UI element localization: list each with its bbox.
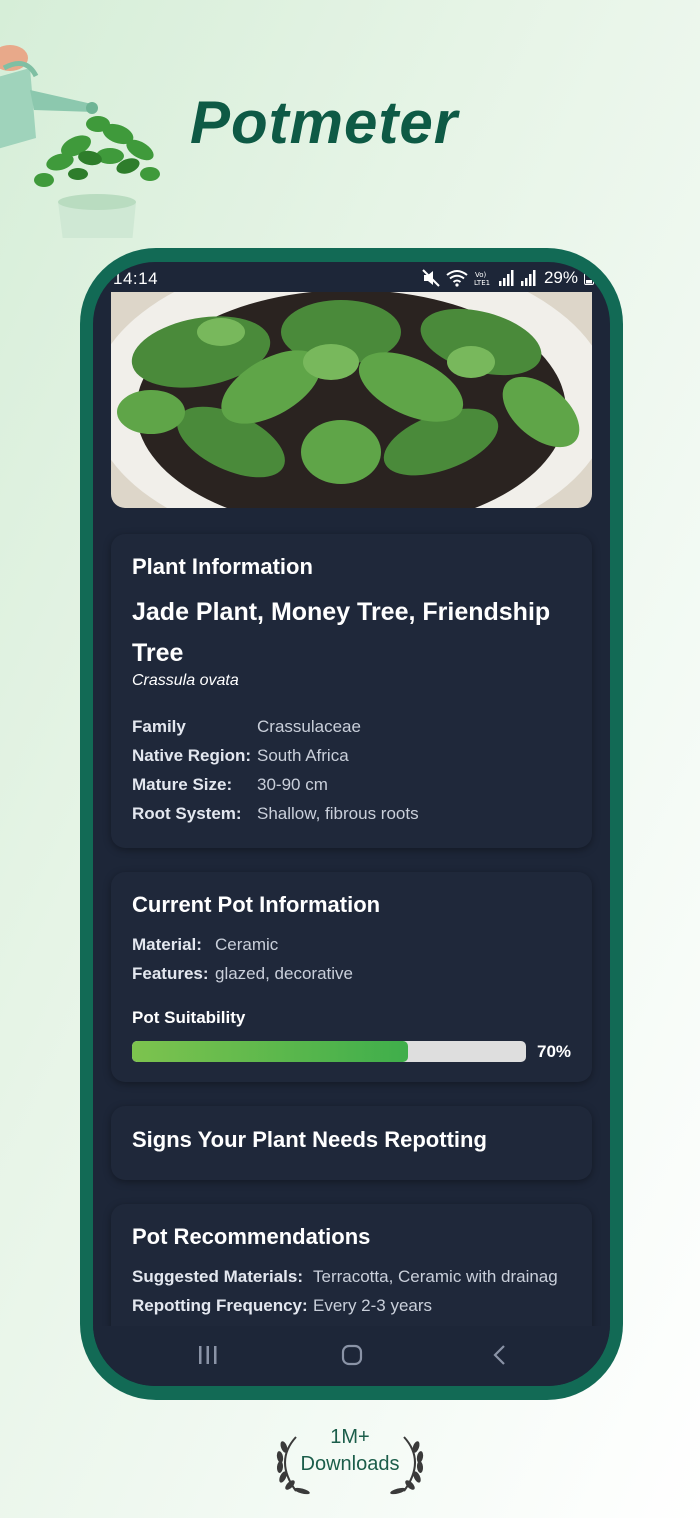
plant-photo: [111, 292, 592, 508]
home-icon[interactable]: [341, 1344, 363, 1366]
info-label: Native Region:: [132, 746, 252, 765]
back-icon[interactable]: [489, 1344, 511, 1366]
info-row-mature-size: Mature Size: 30-90 cm: [132, 770, 572, 799]
plant-common-names: Jade Plant, Money Tree, Friendship Tree: [132, 598, 551, 667]
downloads-badge: 1M+ Downloads: [270, 1425, 430, 1497]
info-value: Shallow, fibrous roots: [257, 804, 419, 823]
signal-icon-2: [520, 270, 536, 286]
pot-row-features: Features: glazed, decorative: [132, 959, 572, 988]
signal-icon-1: [498, 270, 514, 286]
mute-icon: [422, 269, 440, 287]
info-label: Family: [132, 717, 186, 736]
phone-screen: 14:14 Vo) LTE1 29% Plant Information Jad…: [93, 262, 610, 1386]
status-time: 14:14: [113, 269, 159, 288]
rec-row-materials: Suggested Materials: Terracotta, Ceramic…: [132, 1262, 572, 1291]
status-bar: 14:14 Vo) LTE1 29%: [93, 262, 610, 296]
info-label: Mature Size:: [132, 775, 233, 794]
plant-scientific-name: Crassula ovata: [132, 672, 239, 689]
battery-percent: 29%: [543, 268, 578, 287]
repotting-signs-heading[interactable]: Signs Your Plant Needs Repotting: [132, 1127, 572, 1153]
info-row-root-system: Root System: Shallow, fibrous roots: [132, 799, 572, 828]
app-title: Potmeter: [190, 89, 459, 156]
rec-label: Repotting Frequency:: [132, 1296, 308, 1315]
pot-recommendations-card: Pot Recommendations Suggested Materials:…: [111, 1204, 592, 1340]
pot-value: glazed, decorative: [215, 964, 353, 983]
wifi-icon: [446, 270, 468, 287]
pot-suitability-percent: 70%: [537, 1041, 572, 1061]
pot-suitability-label: Pot Suitability: [132, 1008, 246, 1027]
rec-row-frequency: Repotting Frequency: Every 2-3 years: [132, 1291, 572, 1320]
svg-text:Vo): Vo): [475, 271, 487, 279]
pot-suitability-fill: [132, 1041, 408, 1062]
downloads-count: 1M+: [330, 1426, 370, 1448]
battery-icon: [584, 271, 594, 285]
pot-row-material: Material: Ceramic: [132, 930, 572, 959]
plant-info-heading: Plant Information: [132, 554, 313, 579]
rec-value: Terracotta, Ceramic with drainag: [313, 1267, 558, 1286]
info-value: 30-90 cm: [257, 775, 328, 794]
recommendations-heading: Pot Recommendations: [132, 1224, 371, 1249]
pot-info-card: Current Pot Information Material: Cerami…: [111, 872, 592, 1082]
info-value: South Africa: [257, 746, 349, 765]
pot-label: Material:: [132, 935, 202, 954]
repotting-signs-card[interactable]: Signs Your Plant Needs Repotting: [111, 1106, 592, 1180]
pot-suitability-bar: [132, 1041, 526, 1062]
recent-apps-icon[interactable]: [197, 1344, 219, 1366]
pot-label: Features:: [132, 964, 209, 983]
watering-plant-illustration: [0, 45, 160, 238]
pot-info-heading: Current Pot Information: [132, 892, 381, 917]
info-value: Crassulaceae: [257, 717, 361, 736]
info-row-native-region: Native Region: South Africa: [132, 741, 572, 770]
svg-text:LTE1: LTE1: [474, 279, 490, 287]
pot-value: Ceramic: [215, 935, 279, 954]
volte-icon: Vo) LTE1: [474, 271, 490, 287]
rec-value: Every 2-3 years: [313, 1296, 433, 1315]
android-nav-bar: [93, 1326, 610, 1386]
plant-info-card: Plant Information Jade Plant, Money Tree…: [111, 534, 592, 848]
info-label: Root System:: [132, 804, 242, 823]
downloads-label: Downloads: [300, 1453, 400, 1475]
info-row-family: Family Crassulaceae: [132, 712, 572, 741]
rec-label: Suggested Materials:: [132, 1267, 303, 1286]
